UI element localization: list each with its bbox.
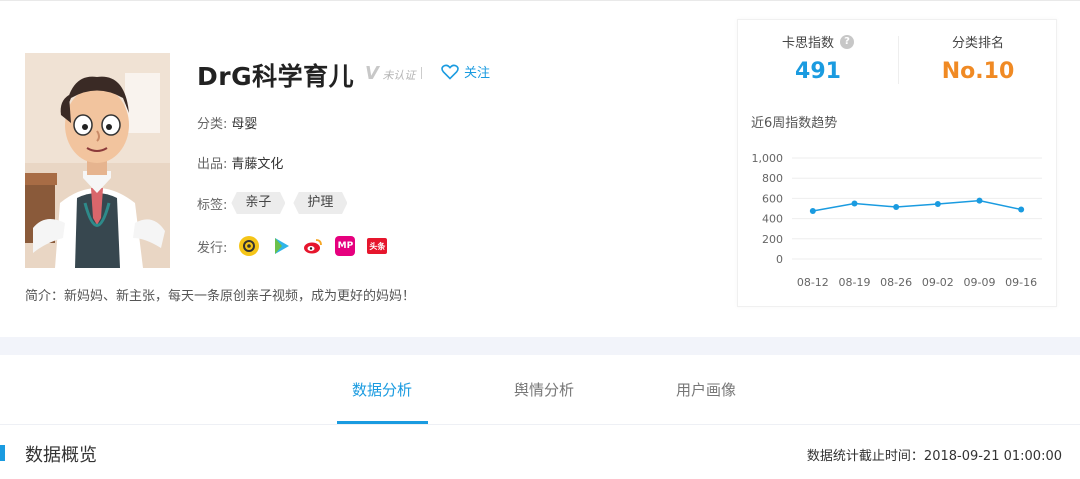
section-marker (0, 445, 5, 461)
follow-label: 关注 (464, 66, 491, 81)
active-tab-indicator (337, 421, 428, 424)
tab-user-profile[interactable]: 用户画像 (676, 379, 736, 400)
follow-button[interactable]: 关注 (441, 62, 490, 81)
circle-camera-icon[interactable] (239, 236, 260, 256)
stat-time: 数据统计截止时间：2018-09-21 01:00:00 (806, 449, 1062, 464)
trend-title: 近6周指数趋势 (751, 116, 838, 131)
separator-band (0, 337, 1080, 355)
category-value: 母婴 (231, 117, 258, 132)
tab-bar: 数据分析 舆情分析 用户画像 (0, 355, 1080, 425)
divider (421, 67, 422, 79)
toutiao-icon[interactable]: 头条 (367, 238, 388, 254)
index-label: 卡思指数 (781, 36, 834, 51)
verification-badge: V 未认证 (365, 63, 415, 84)
rank-label: 分类排名 (951, 36, 1004, 51)
data-point[interactable] (851, 200, 858, 207)
producer-label: 出品: (197, 157, 228, 172)
x-tick-label: 08-26 (880, 276, 912, 289)
section-title: 数据概览 (25, 445, 97, 466)
avatar (25, 53, 170, 268)
x-tick-label: 09-09 (964, 276, 996, 289)
weibo-icon[interactable] (303, 236, 323, 256)
data-point[interactable] (976, 197, 983, 204)
y-tick-label: 0 (776, 253, 783, 266)
trend-chart: 1,000 800 600 400 200 0 08-12 08-19 08-26 09-02 09… (752, 152, 1042, 289)
tags-label: 标签: (197, 197, 228, 213)
category-label: 分类: (197, 117, 228, 132)
x-tick-label: 09-02 (922, 276, 954, 289)
producer-row: 出品: 青藤文化 (197, 153, 283, 172)
data-point[interactable] (809, 208, 816, 215)
cartoon-doctor-illustration (25, 53, 170, 268)
category-row: 分类: 母婴 (197, 113, 257, 132)
y-tick-label: 200 (762, 233, 783, 246)
x-tick-label: 08-19 (839, 276, 871, 289)
heart-icon (441, 64, 459, 80)
y-tick-label: 800 (762, 172, 783, 185)
y-tick-label: 1,000 (752, 152, 784, 165)
profile-panel: DrG科学育儿 V 未认证 关注 分类: 母婴 出品: 青藤文化 标签: 亲子 … (0, 0, 1080, 337)
tab-data-analysis[interactable]: 数据分析 (352, 379, 412, 400)
index-stat: 卡思指数 ? 491 (738, 32, 898, 84)
y-tick-label: 400 (762, 213, 783, 226)
y-tick-label: 600 (762, 192, 783, 205)
data-point[interactable] (934, 200, 941, 207)
tab-sentiment-analysis[interactable]: 舆情分析 (514, 379, 574, 400)
rank-stat: 分类排名 No.10 (898, 32, 1058, 84)
verify-v-icon: V (365, 63, 379, 84)
mp-icon[interactable]: MP (335, 236, 356, 256)
rank-value: No.10 (941, 59, 1015, 84)
account-name: DrG科学育儿 (197, 62, 355, 91)
data-point[interactable] (1018, 206, 1025, 213)
verify-text: 未认证 (382, 69, 416, 82)
x-tick-label: 09-16 (1005, 276, 1037, 289)
play-triangle-icon[interactable] (271, 236, 291, 256)
help-icon[interactable]: ? (840, 34, 854, 49)
tag-item[interactable]: 护理 (293, 192, 348, 214)
publish-label: 发行: (197, 240, 228, 256)
tag-item[interactable]: 亲子 (231, 192, 286, 214)
data-point[interactable] (893, 203, 900, 210)
tags-row: 标签: 亲子 护理 (197, 192, 348, 214)
x-tick-label: 08-12 (797, 276, 829, 289)
series-line (812, 199, 1022, 212)
stats-card: 卡思指数 ? 491 分类排名 No.10 近6周指数趋势 1,000 800 60… (737, 19, 1057, 307)
intro-text: 简介：新妈妈、新主张，每天一条原创亲子视频，成为更好的妈妈！ (25, 289, 416, 304)
index-value: 491 (795, 59, 841, 84)
publish-row: 发行: MP 头条 (197, 236, 388, 256)
producer-value: 青藤文化 (231, 157, 284, 172)
